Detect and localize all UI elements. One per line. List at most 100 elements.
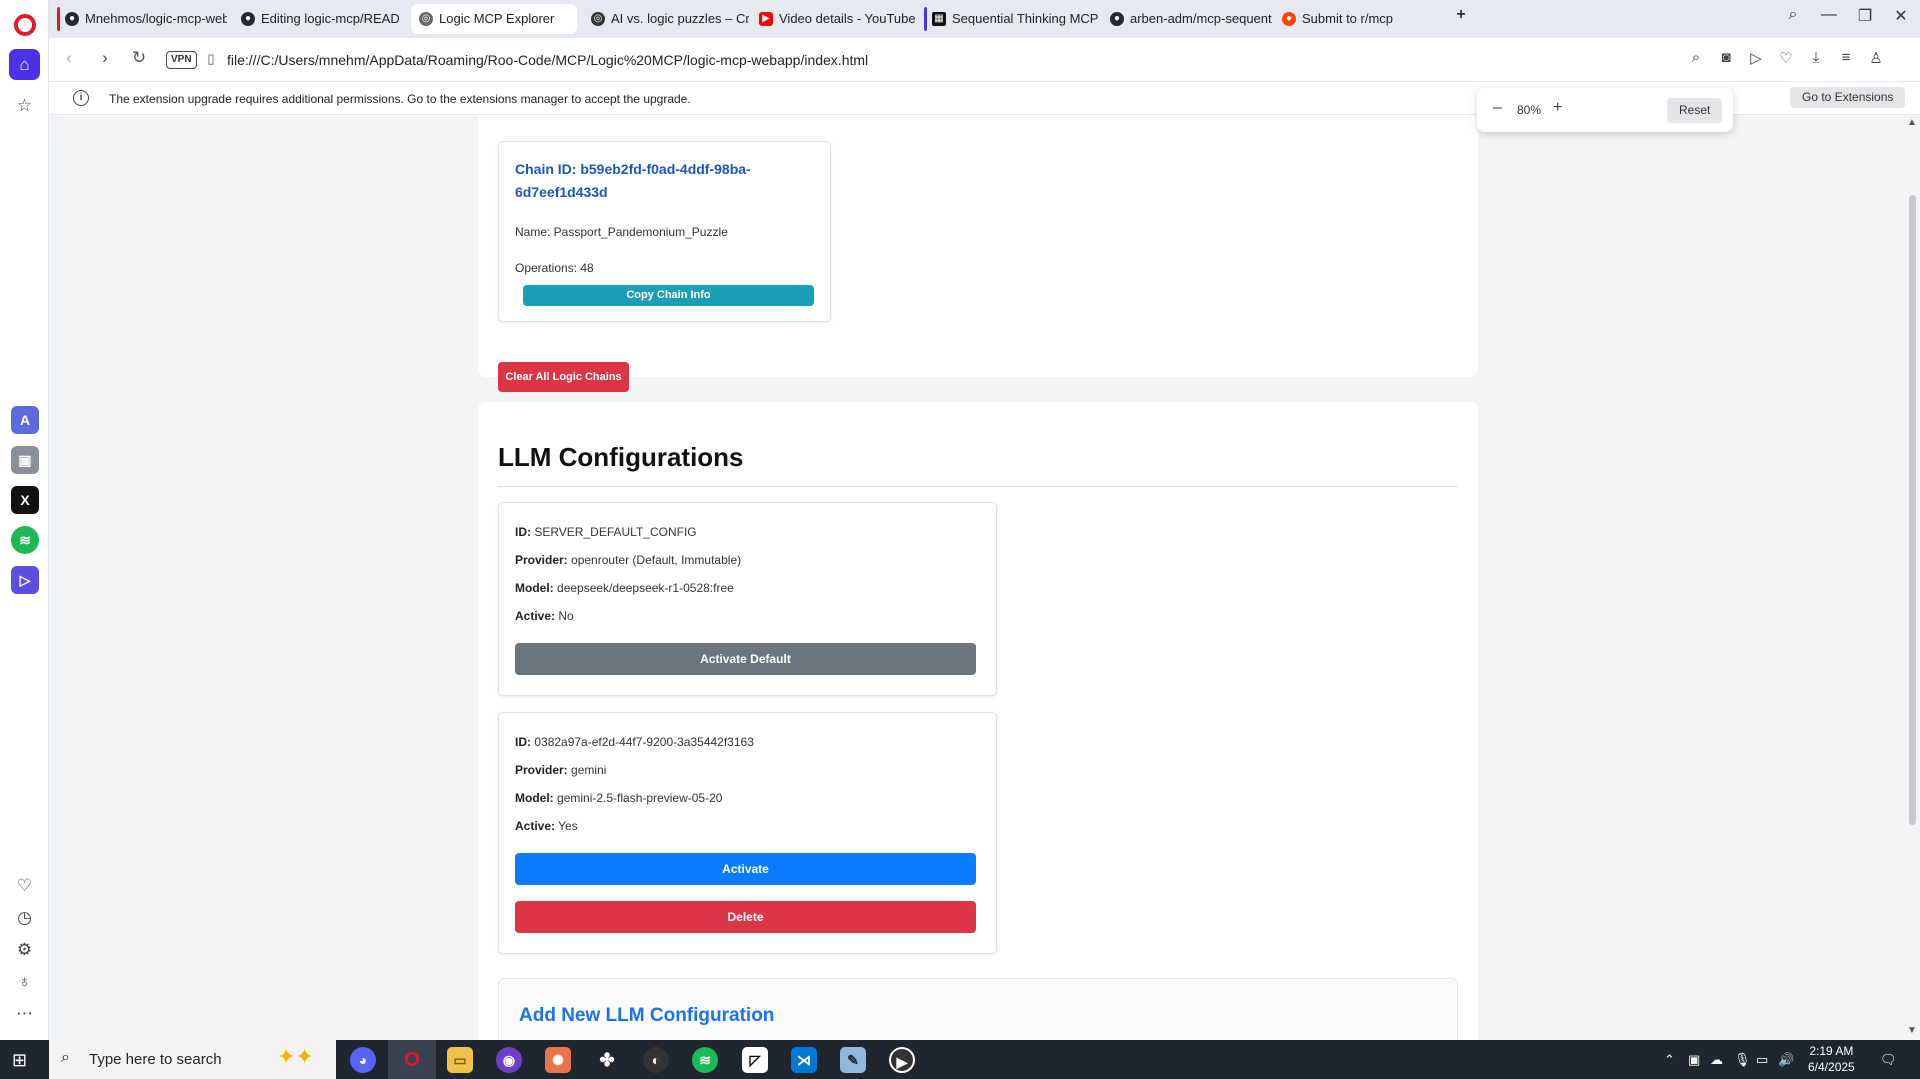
field-value: gemini-2.5-flash-preview-05-20 (557, 791, 723, 805)
x-twitter-icon[interactable]: X (11, 486, 39, 514)
tray-app-icon[interactable]: ▣ (1688, 1052, 1700, 1068)
back-arrow-icon[interactable]: ‹ (57, 48, 81, 68)
close-icon[interactable]: ✕ (1887, 6, 1915, 26)
send-arrow-icon[interactable]: ▷ (1745, 49, 1767, 67)
download-icon[interactable]: ⤓ (1805, 49, 1827, 66)
activate-default-button[interactable]: Activate Default (515, 643, 976, 675)
field-value: openrouter (Default, Immutable) (571, 553, 742, 567)
zoom-out-button[interactable]: – (1493, 99, 1502, 117)
camera-snapshot-icon[interactable]: ◙ (1715, 49, 1737, 66)
volume-icon[interactable]: 🔊 (1778, 1052, 1794, 1068)
restore-icon[interactable]: ❐ (1851, 6, 1879, 26)
go-to-extensions-button[interactable]: Go to Extensions (1790, 87, 1906, 108)
activate-button[interactable]: Activate (515, 853, 976, 885)
field-label: ID: (515, 525, 531, 539)
scroll-down-arrow-icon[interactable]: ▼ (1907, 1025, 1917, 1036)
tab-editing-readme[interactable]: ● Editing logic-mcp/READM (233, 4, 399, 34)
tab-arben-adm[interactable]: ● arben-adm/mcp-sequenti (1102, 4, 1272, 34)
claude-icon[interactable]: ✺ (545, 1047, 571, 1073)
vpn-badge[interactable]: VPN (166, 51, 197, 69)
vscode-icon[interactable]: ⋊ (791, 1047, 817, 1073)
home-icon[interactable]: ⌂ (9, 49, 40, 80)
field-label: ID: (515, 735, 531, 749)
chain-name: Name: Passport_Pandemonium_Puzzle (515, 225, 728, 239)
easy-setup-menu-icon[interactable]: ≡ (1835, 49, 1857, 66)
heart-icon[interactable]: ♡ (9, 870, 40, 901)
address-bar: ‹ › ↻ VPN ▯ file:///C:/Users/mnehm/AppDa… (49, 38, 1920, 82)
clear-all-logic-chains-button[interactable]: Clear All Logic Chains (498, 362, 629, 392)
chain-id: Chain ID: b59eb2fd-f0ad-4ddf-98ba-6d7eef… (515, 161, 751, 200)
tab-youtube-video-details[interactable]: ▶ Video details - YouTube St (751, 4, 917, 34)
file-explorer-icon[interactable]: ▭ (447, 1047, 473, 1073)
spotify-icon[interactable]: ≋ (11, 526, 39, 554)
profile-icon[interactable]: ♙ (1865, 49, 1887, 67)
copy-chain-info-button[interactable]: Copy Chain Info (523, 285, 814, 306)
vertical-scrollbar[interactable]: ▲ ▼ (1905, 115, 1920, 1040)
notifications-icon[interactable]: 🗨 (1880, 1052, 1897, 1068)
heart-icon[interactable]: ♡ (1775, 49, 1797, 67)
field-value: gemini (571, 763, 607, 777)
cursor-app-icon[interactable]: ◸ (742, 1047, 768, 1073)
minimize-icon[interactable]: — (1815, 6, 1843, 24)
media-player-icon[interactable]: ▶ (889, 1047, 915, 1073)
notepad-icon[interactable]: ✎ (840, 1047, 866, 1073)
discord-icon[interactable]: ◕ (350, 1047, 376, 1073)
scrollbar-thumb[interactable] (1909, 195, 1916, 825)
add-llm-config-section: Add New LLM Configuration (498, 978, 1458, 1040)
youtube-icon: ▶ (759, 12, 773, 26)
github-desktop-icon[interactable]: ◉ (496, 1047, 522, 1073)
forward-arrow-icon[interactable]: › (93, 48, 117, 68)
browser-sidebar: ⌂ ☆ A ▣ X ≋ ▷ ♡ ◷ ⚙ ♁ ⋯ (0, 0, 49, 1040)
zoom-reset-button[interactable]: Reset (1667, 98, 1723, 123)
system-clock[interactable]: 2:19 AM 6/4/2025 (1808, 1043, 1855, 1075)
spotify-icon[interactable]: ≋ (692, 1047, 718, 1073)
delete-button[interactable]: Delete (515, 901, 976, 933)
logic-chains-section: Chain ID: b59eb2fd-f0ad-4ddf-98ba-6d7eef… (478, 115, 1478, 392)
taskbar-search[interactable]: ⌕ Type here to search ✦✦ (49, 1040, 336, 1079)
tab-label: Video details - YouTube St (779, 11, 917, 26)
network-icon[interactable]: ▭ (1756, 1052, 1768, 1068)
github-icon: ● (65, 12, 79, 26)
windows-start-icon[interactable]: ⊞ (12, 1050, 27, 1071)
tab-ai-logic-puzzles[interactable]: ◎ AI vs. logic puzzles – Cruft (583, 4, 749, 34)
field-value: SERVER_DEFAULT_CONFIG (534, 525, 697, 539)
opera-logo-icon[interactable] (14, 14, 36, 36)
obs-icon[interactable]: ◐ (643, 1047, 669, 1073)
settings-gear-icon[interactable]: ⚙ (9, 934, 40, 965)
reload-icon[interactable]: ↻ (127, 48, 151, 68)
zoom-in-button[interactable]: + (1553, 99, 1562, 117)
field-label: Provider: (515, 763, 568, 777)
microphone-icon[interactable]: 🎙 (1734, 1052, 1751, 1068)
tab-logic-mcp-web[interactable]: ● Mnehmos/logic-mcp-web (57, 4, 227, 34)
more-dots-icon[interactable]: ⋯ (9, 998, 40, 1029)
shopping-bag-icon[interactable]: ▣ (11, 446, 39, 474)
field-value: deepseek/deepseek-r1-0528:free (557, 581, 734, 595)
tab-reddit-submit[interactable]: ● Submit to r/mcp (1274, 4, 1444, 34)
config-id: ID: 0382a97a-ef2d-44f7-9200-3a35442f3163 (515, 735, 754, 749)
tab-logic-mcp-explorer[interactable]: ◎ Logic MCP Explorer (411, 4, 577, 34)
zoom-magnifier-icon[interactable]: ⌕ (1685, 49, 1707, 66)
opera-icon[interactable]: O (399, 1047, 425, 1073)
tab-bar: ● Mnehmos/logic-mcp-web ● Editing logic-… (49, 0, 1920, 38)
pinwheel-app-icon[interactable]: ✤ (594, 1047, 620, 1073)
section-title: LLM Configurations (498, 442, 744, 472)
divider (498, 486, 1458, 487)
tray-chevron-up-icon[interactable]: ⌃ (1664, 1052, 1675, 1068)
bookmark-star-icon[interactable]: ☆ (9, 90, 40, 121)
config-provider: Provider: gemini (515, 763, 606, 777)
search-placeholder: Type here to search (89, 1051, 222, 1068)
lightbulb-icon[interactable]: ♁ (9, 966, 40, 997)
field-label: Active: (515, 819, 556, 833)
onedrive-cloud-icon[interactable]: ☁ (1710, 1052, 1723, 1068)
new-tab-plus-icon[interactable]: + (1447, 6, 1475, 24)
history-icon[interactable]: ◷ (9, 902, 40, 933)
tab-search-icon[interactable]: ⌕ (1779, 6, 1807, 24)
llm-config-card: ID: SERVER_DEFAULT_CONFIG Provider: open… (498, 502, 997, 696)
player-icon[interactable]: ▷ (11, 566, 39, 594)
tab-sequential-thinking[interactable]: ▦ Sequential Thinking MCP (924, 4, 1100, 34)
scroll-up-arrow-icon[interactable]: ▲ (1907, 117, 1917, 128)
github-icon: ● (1110, 12, 1124, 26)
url-field[interactable]: file:///C:/Users/mnehm/AppData/Roaming/R… (227, 52, 868, 68)
search-icon: ⌕ (61, 1049, 70, 1066)
aria-app-icon[interactable]: A (11, 406, 39, 434)
